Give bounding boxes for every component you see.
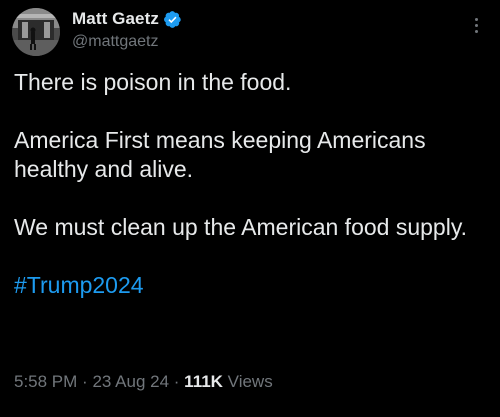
tweet-paragraph: There is poison in the food.: [14, 69, 292, 95]
tweet-paragraph: We must clean up the American food suppl…: [14, 214, 468, 240]
views-label: Views: [227, 372, 273, 391]
handle[interactable]: @mattgaetz: [72, 33, 182, 51]
tweet-meta: 5:58 PM · 23 Aug 24 · 111K Views: [14, 372, 273, 392]
tweet-date[interactable]: 23 Aug 24: [92, 372, 169, 391]
verified-badge-icon[interactable]: [163, 10, 182, 29]
tweet-header: Matt Gaetz @mattgaetz: [72, 8, 182, 51]
more-options-icon[interactable]: [464, 10, 488, 40]
avatar-photo: [12, 8, 60, 56]
meta-separator: ·: [173, 372, 180, 391]
meta-separator: ·: [82, 372, 88, 391]
views-count: 111K: [184, 372, 223, 391]
name-row: Matt Gaetz: [72, 8, 182, 30]
tweet: Matt Gaetz @mattgaetz There is poison in…: [0, 0, 500, 417]
tweet-time[interactable]: 5:58 PM: [14, 372, 77, 391]
tweet-paragraph: America First means keeping Americans he…: [14, 127, 426, 182]
more-dot: [474, 17, 478, 21]
tweet-text: There is poison in the food. America Fir…: [14, 68, 490, 300]
hashtag-link[interactable]: #Trump2024: [14, 271, 490, 300]
avatar[interactable]: [12, 8, 60, 56]
more-dot: [474, 23, 478, 27]
more-dot: [474, 29, 478, 33]
display-name[interactable]: Matt Gaetz: [72, 9, 159, 29]
